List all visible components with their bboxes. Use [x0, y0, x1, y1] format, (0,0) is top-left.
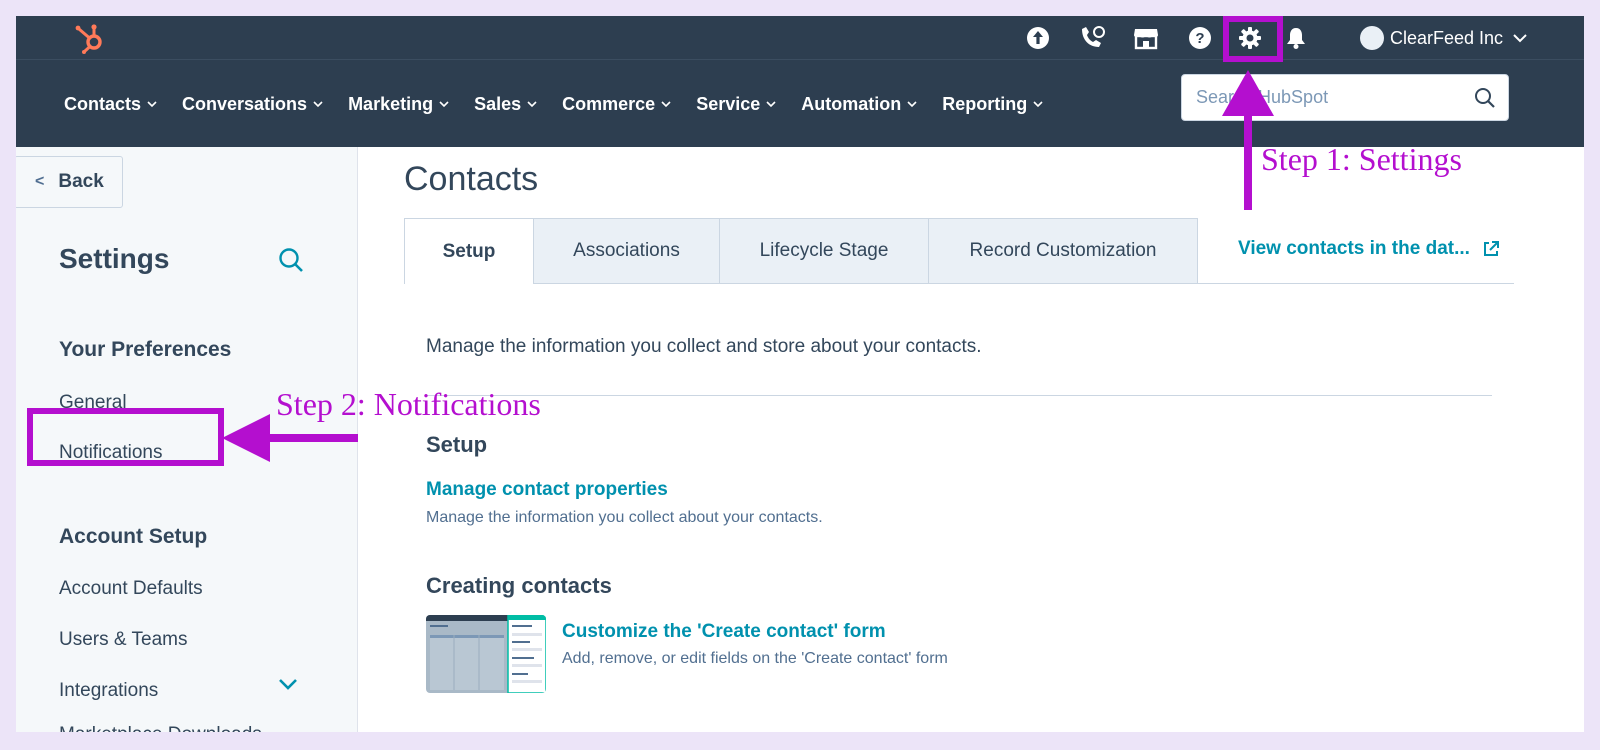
- nav-item-sales[interactable]: Sales: [474, 94, 538, 115]
- upgrade-icon[interactable]: [1022, 22, 1054, 54]
- chevron-down-icon: [439, 101, 449, 108]
- sidebar-item-integrations[interactable]: Integrations: [59, 680, 158, 702]
- section-heading-preferences: Your Preferences: [59, 338, 232, 361]
- tab-setup[interactable]: Setup: [404, 218, 534, 284]
- search-input[interactable]: [1196, 75, 1466, 120]
- sidebar-title: Settings: [59, 243, 170, 274]
- svg-text:?: ?: [1195, 30, 1204, 47]
- chevron-down-icon: [527, 101, 537, 108]
- divider: [426, 395, 1492, 396]
- nav-item-automation[interactable]: Automation: [801, 94, 918, 115]
- chevron-down-icon: [661, 101, 671, 108]
- section-heading-account-setup: Account Setup: [59, 525, 208, 548]
- step2-annotation-label: Step 2: Notifications: [276, 386, 541, 422]
- chevron-down-icon: [766, 101, 776, 108]
- app-window: ? ClearFeed Inc Contacts Conversations M…: [16, 16, 1584, 732]
- step1-highlight-box: [1223, 16, 1283, 62]
- chevron-left-icon: <: [35, 173, 45, 190]
- step2-highlight-box: [27, 408, 224, 466]
- account-name: ClearFeed Inc: [1390, 27, 1504, 48]
- account-menu[interactable]: ClearFeed Inc: [1360, 24, 1527, 52]
- search-icon[interactable]: [278, 247, 304, 273]
- avatar: [1360, 26, 1384, 50]
- tab-underline: [1198, 283, 1514, 284]
- notifications-bell-icon[interactable]: [1280, 22, 1312, 54]
- chevron-down-icon: [907, 101, 917, 108]
- help-icon[interactable]: ?: [1184, 22, 1216, 54]
- sidebar-item-account-defaults[interactable]: Account Defaults: [59, 578, 203, 600]
- nav-item-service[interactable]: Service: [696, 94, 777, 115]
- manage-properties-description: Manage the information you collect about…: [426, 509, 823, 526]
- nav-item-reporting[interactable]: Reporting: [942, 94, 1044, 115]
- step1-annotation-label: Step 1: Settings: [1261, 141, 1462, 177]
- tab-lifecycle-stage[interactable]: Lifecycle Stage: [720, 218, 929, 284]
- chevron-down-icon: [1513, 33, 1527, 42]
- chevron-down-icon: [1033, 101, 1043, 108]
- tab-associations[interactable]: Associations: [534, 218, 720, 284]
- page-title: Contacts: [404, 160, 539, 198]
- section-heading-setup: Setup: [426, 432, 488, 457]
- nav-item-commerce[interactable]: Commerce: [562, 94, 672, 115]
- external-link-icon: [1483, 241, 1499, 256]
- search-icon[interactable]: [1474, 87, 1496, 109]
- manage-contact-properties-link[interactable]: Manage contact properties: [426, 479, 668, 501]
- global-search: [1181, 74, 1509, 121]
- chevron-down-icon[interactable]: [278, 677, 298, 691]
- customize-create-form-link[interactable]: Customize the 'Create contact' form: [562, 621, 886, 643]
- nav-item-conversations[interactable]: Conversations: [182, 94, 324, 115]
- hubspot-logo-icon[interactable]: [74, 22, 108, 54]
- nav-item-marketing[interactable]: Marketing: [348, 94, 450, 115]
- create-form-thumbnail: [426, 615, 546, 693]
- customize-form-description: Add, remove, or edit fields on the 'Crea…: [562, 650, 948, 667]
- sidebar-item-users-teams[interactable]: Users & Teams: [59, 629, 187, 651]
- utility-bar: ? ClearFeed Inc: [16, 16, 1584, 59]
- nav-item-contacts[interactable]: Contacts: [64, 94, 158, 115]
- tab-bar: Setup Associations Lifecycle Stage Recor…: [404, 218, 1198, 284]
- view-contacts-link[interactable]: View contacts in the dat...: [1238, 238, 1500, 260]
- section-heading-creating-contacts: Creating contacts: [426, 573, 612, 598]
- chevron-down-icon: [313, 101, 323, 108]
- sidebar-item-marketplace-downloads[interactable]: Marketplace Downloads: [59, 724, 262, 732]
- calling-icon[interactable]: [1076, 22, 1108, 54]
- marketplace-icon[interactable]: [1130, 22, 1162, 54]
- tab-record-customization[interactable]: Record Customization: [929, 218, 1198, 284]
- intro-text: Manage the information you collect and s…: [426, 336, 982, 357]
- main-nav: Contacts Conversations Marketing Sales C…: [16, 59, 1584, 147]
- back-button[interactable]: < Back: [16, 156, 123, 208]
- chevron-down-icon: [147, 101, 157, 108]
